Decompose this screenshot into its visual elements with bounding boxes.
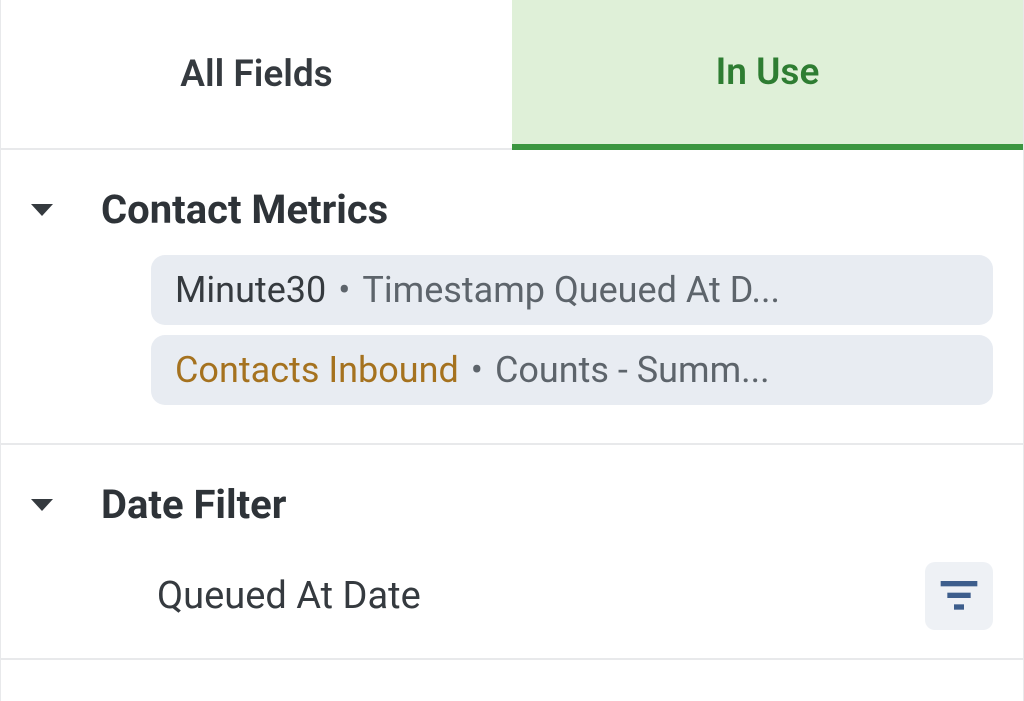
section-date-filter: Date Filter Queued At Date — [1, 445, 1023, 660]
field-label: Queued At Date — [157, 574, 421, 618]
filter-icon — [939, 579, 979, 613]
field-row: Queued At Date — [1, 550, 1023, 630]
caret-down-icon — [31, 204, 53, 216]
pill-primary-label: Contacts Inbound — [175, 349, 459, 391]
section-header-date-filter[interactable]: Date Filter — [1, 473, 1023, 550]
section-title: Contact Metrics — [101, 186, 388, 233]
filter-button[interactable] — [925, 562, 993, 630]
section-title: Date Filter — [101, 481, 286, 528]
pills-list: Minute30 • Timestamp Queued At D... Cont… — [1, 255, 1023, 405]
field-pill[interactable]: Contacts Inbound • Counts - Summ... — [151, 335, 993, 405]
pill-secondary-label: Timestamp Queued At D... — [362, 269, 780, 311]
pill-primary-label: Minute30 — [175, 269, 326, 311]
caret-down-icon — [31, 499, 53, 511]
sidebar-panel: All Fields In Use Contact Metrics Minute… — [0, 0, 1024, 701]
bullet-separator: • — [471, 349, 483, 391]
bullet-separator: • — [338, 269, 350, 311]
section-contact-metrics: Contact Metrics Minute30 • Timestamp Que… — [1, 150, 1023, 445]
field-pill[interactable]: Minute30 • Timestamp Queued At D... — [151, 255, 993, 325]
section-header-contact-metrics[interactable]: Contact Metrics — [1, 178, 1023, 255]
tab-in-use[interactable]: In Use — [512, 0, 1023, 150]
tabs-bar: All Fields In Use — [1, 0, 1023, 150]
pill-secondary-label: Counts - Summ... — [495, 349, 770, 391]
tab-all-fields[interactable]: All Fields — [1, 0, 512, 148]
